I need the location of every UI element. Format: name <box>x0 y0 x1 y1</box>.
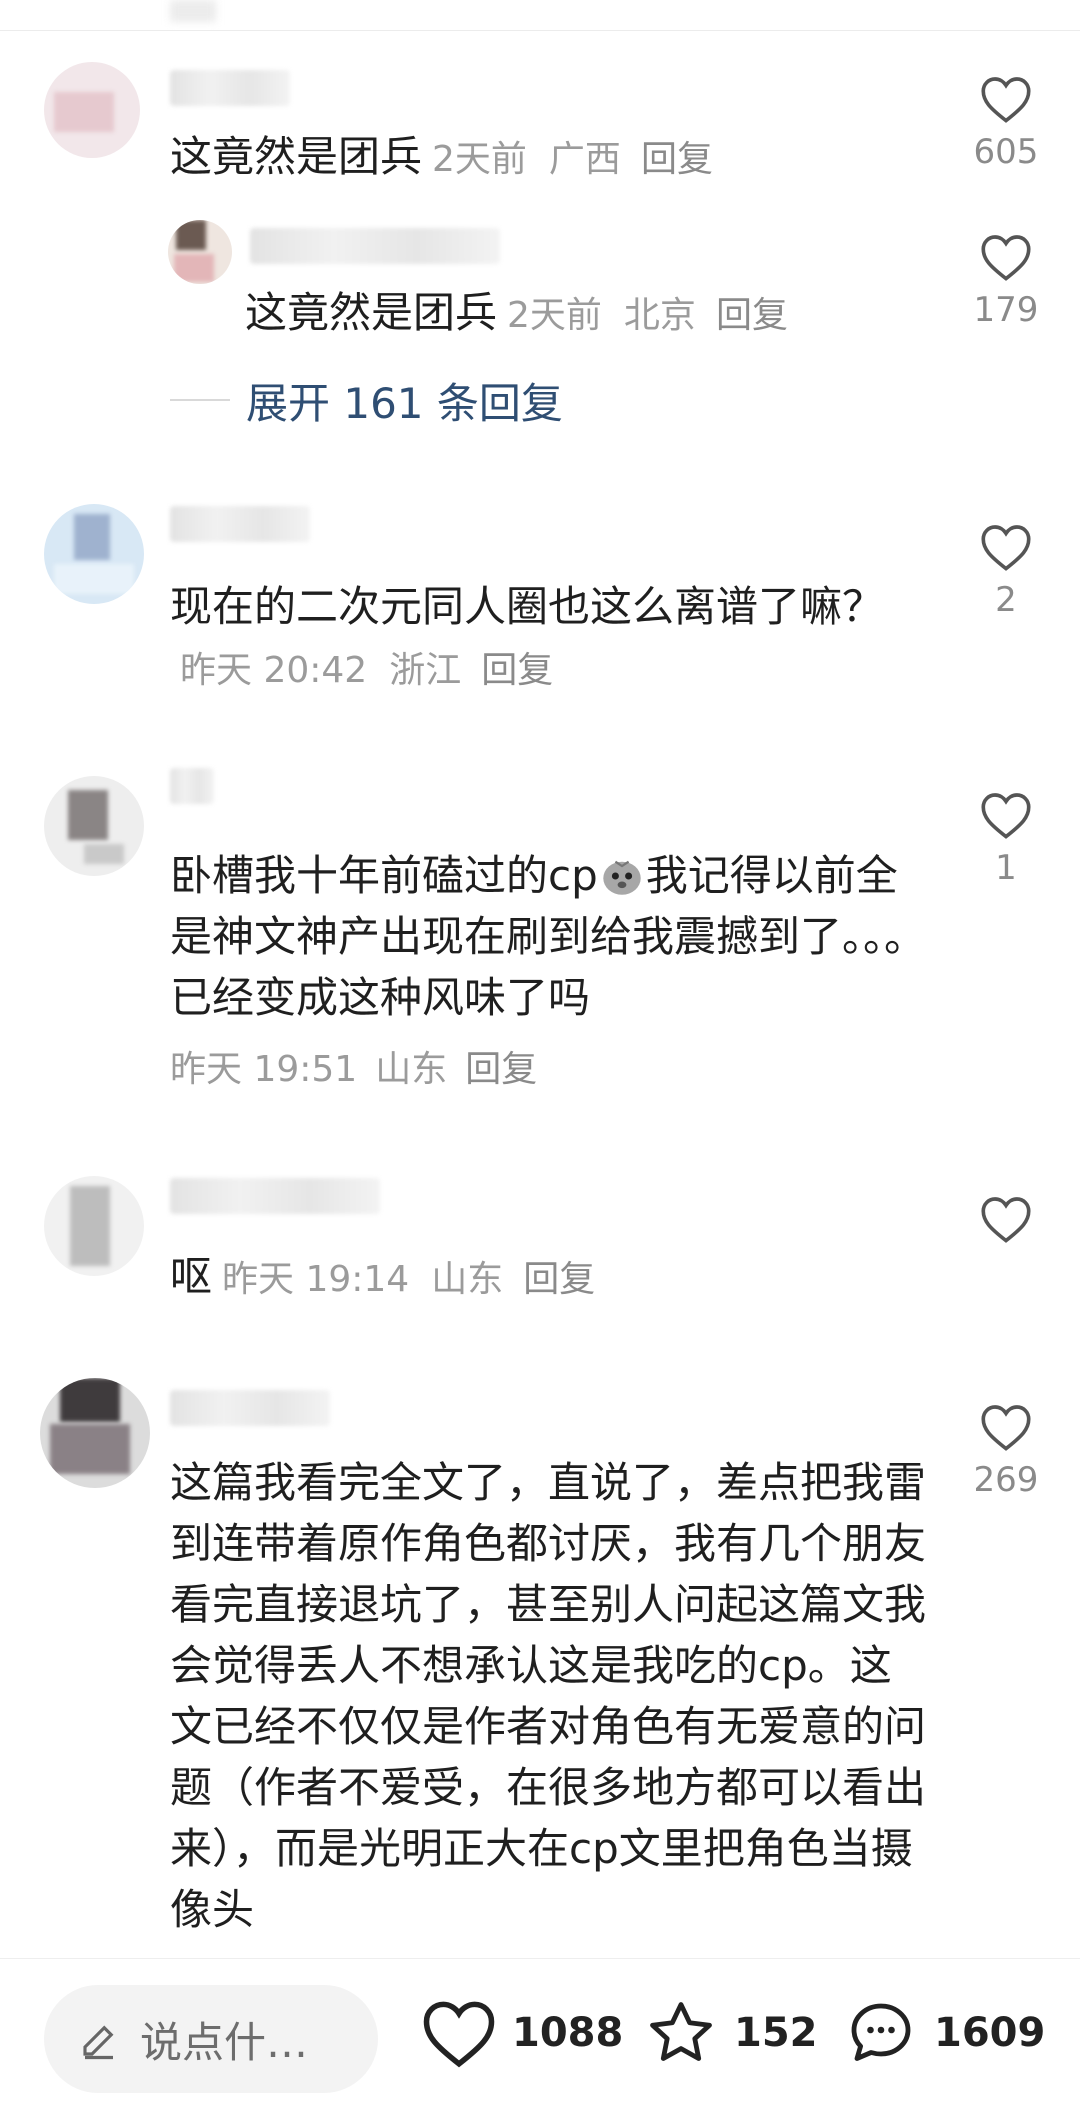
like-count: 1 <box>995 848 1017 888</box>
reply-button[interactable]: 回复 <box>481 650 553 691</box>
comment-input[interactable]: 说点什… <box>44 1985 378 2093</box>
favorite-count: 152 <box>734 2010 818 2056</box>
bottom-action-bar: 说点什… 1088 152 1609 <box>0 1958 1080 2125</box>
like-button[interactable]: 1 <box>966 790 1046 888</box>
avatar[interactable] <box>44 504 144 604</box>
username-blurred[interactable] <box>170 1178 380 1214</box>
like-count: 269 <box>973 1460 1039 1500</box>
reply-button[interactable]: 回复 <box>523 1259 595 1300</box>
comment-text[interactable]: 呕昨天 19:14 山东 回复 <box>170 1246 930 1310</box>
heart-icon <box>981 77 1031 123</box>
comment-time: 昨天 19:51 <box>170 1049 358 1090</box>
comment-count: 1609 <box>934 2010 1046 2056</box>
comment-text[interactable]: 现在的二次元同人圈也这么离谱了嘛？ 昨天 20:42 浙江 回复 <box>170 576 930 701</box>
heart-icon <box>981 235 1031 281</box>
like-button[interactable]: 605 <box>966 74 1046 172</box>
heart-icon <box>981 1405 1031 1451</box>
comment-text[interactable]: 卧槽我十年前磕过的cp 我记得以前全是神文神产出现在刷到给我震撼到了。。。已经变成… <box>170 845 930 1028</box>
chat-bubble-icon <box>851 2003 911 2061</box>
comment-location: 浙江 <box>389 650 462 691</box>
avatar[interactable] <box>40 1378 150 1488</box>
like-post-button[interactable]: 1088 <box>420 1997 623 2069</box>
comment-meta: 昨天 19:51 山东 回复 <box>170 1040 555 1092</box>
comment-body: 这竟然是团兵 <box>245 288 498 337</box>
comment-text[interactable]: 这竟然是团兵 2天前 广西 回复 <box>170 126 950 190</box>
avatar[interactable] <box>44 62 140 158</box>
favorite-button[interactable]: 152 <box>642 1997 818 2069</box>
comment-body: 这篇我看完全文了，直说了，差点把我雷到连带着原作角色都讨厌，我有几个朋友看完直接… <box>170 1458 927 1934</box>
username-blurred[interactable] <box>170 768 214 804</box>
username-blurred[interactable] <box>170 506 310 542</box>
like-button[interactable] <box>966 1194 1046 1244</box>
avatar[interactable] <box>168 220 232 284</box>
heart-icon <box>981 1197 1031 1243</box>
star-icon <box>650 2002 712 2061</box>
comment-location: 北京 <box>623 295 696 336</box>
like-button[interactable]: 2 <box>966 522 1046 620</box>
like-button[interactable]: 179 <box>966 232 1046 330</box>
avatar[interactable] <box>44 776 144 876</box>
comment-body: 卧槽我十年前磕过的cp <box>170 851 598 900</box>
comment-location: 广西 <box>548 139 621 180</box>
heart-icon <box>423 2001 495 2068</box>
sad-face-emoji <box>603 860 641 895</box>
comment-body: 现在的二次元同人圈也这么离谱了嘛？ <box>170 582 885 631</box>
comment-button[interactable]: 1609 <box>842 1997 1045 2069</box>
like-count: 605 <box>973 132 1039 172</box>
divider <box>0 30 1080 31</box>
post-like-count: 1088 <box>512 2010 624 2056</box>
heart-icon <box>981 525 1031 571</box>
comment-time: 昨天 19:14 <box>222 1259 410 1300</box>
heart-icon <box>981 793 1031 839</box>
comment-text[interactable]: 这篇我看完全文了，直说了，差点把我雷到连带着原作角色都讨厌，我有几个朋友看完直接… <box>170 1452 930 1952</box>
comment-time: 2天前 <box>432 139 527 180</box>
reply-button[interactable]: 回复 <box>465 1049 537 1090</box>
username-blurred[interactable] <box>170 1390 330 1426</box>
comment-location: 山东 <box>431 1259 504 1300</box>
pencil-icon <box>83 2025 114 2060</box>
blurred-previous-content <box>170 0 216 22</box>
reply-text[interactable]: 这竟然是团兵 2天前 北京 回复 <box>245 282 945 346</box>
comment-time: 昨天 20:42 <box>180 650 368 691</box>
expand-replies-label: 展开 161 条回复 <box>246 379 563 428</box>
expand-replies-link[interactable]: 展开 161 条回复 <box>170 370 563 431</box>
comment-body: 这竟然是团兵 <box>170 132 423 181</box>
comment-body: 呕 <box>170 1252 213 1301</box>
reply-button[interactable]: 回复 <box>641 139 713 180</box>
comment-time: 2天前 <box>507 295 602 336</box>
comment-input-placeholder: 说点什… <box>140 2018 309 2067</box>
username-blurred[interactable] <box>170 70 290 106</box>
like-count: 179 <box>973 290 1039 330</box>
username-blurred[interactable] <box>250 228 500 264</box>
reply-button[interactable]: 回复 <box>716 295 788 336</box>
like-count: 2 <box>995 580 1017 620</box>
like-button[interactable]: 269 <box>966 1402 1046 1500</box>
comment-location: 山东 <box>375 1049 448 1090</box>
avatar[interactable] <box>44 1176 144 1276</box>
